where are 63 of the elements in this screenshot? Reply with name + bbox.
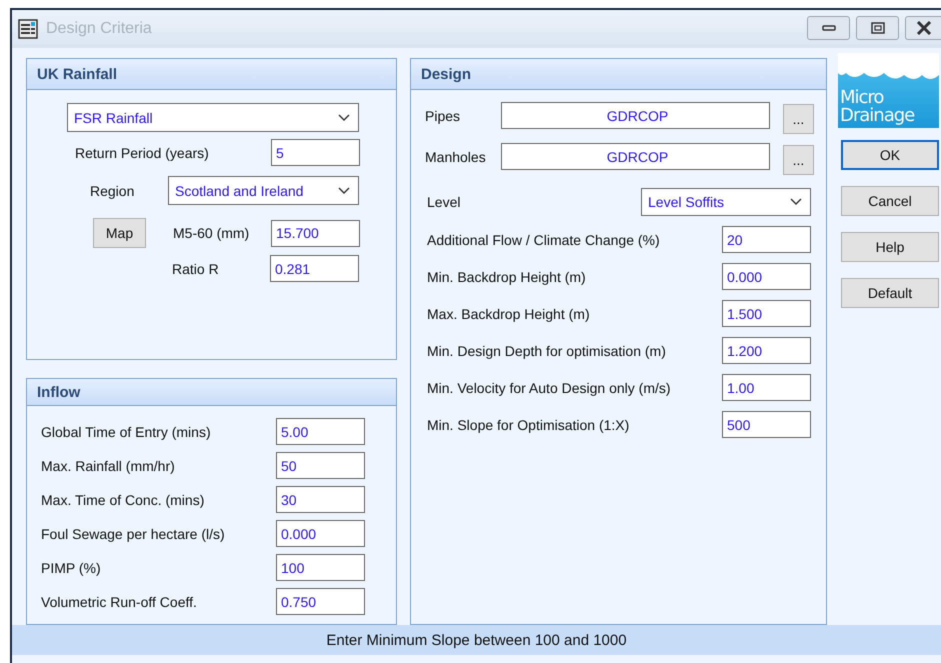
dialog-button[interactable]: OK	[841, 140, 939, 170]
field-label: Max. Backdrop Height (m)	[427, 306, 591, 322]
logo-text: Micro	[840, 89, 884, 107]
input-field[interactable]: 1.00	[722, 374, 811, 401]
input-field[interactable]: 100	[276, 554, 365, 581]
restore-button[interactable]	[856, 16, 899, 40]
input-field[interactable]: 30	[276, 486, 365, 513]
level-dropdown[interactable]: Level Soffits	[641, 188, 811, 216]
close-icon	[916, 21, 932, 35]
chevron-down-icon	[338, 114, 350, 122]
input-field[interactable]: GDRCOP	[501, 102, 770, 129]
restore-icon	[870, 22, 884, 34]
input-field[interactable]: 0.000	[722, 263, 811, 290]
panel-header: Inflow	[27, 379, 396, 406]
input-field[interactable]: 1.200	[722, 337, 811, 364]
field-label: Return Period (years)	[75, 144, 210, 160]
input-field[interactable]: 5	[271, 139, 360, 166]
dialog-button[interactable]: Default	[841, 278, 939, 308]
browse-button[interactable]: ...	[783, 145, 814, 175]
field-label: Foul Sewage per hectare (l/s)	[41, 526, 226, 542]
region-dropdown[interactable]: Scotland and Ireland	[168, 176, 359, 205]
input-field[interactable]: 0.281	[270, 255, 359, 282]
field-label: Max. Time of Conc. (mins)	[41, 492, 206, 508]
input-field[interactable]: 15.700	[271, 220, 360, 246]
dialog-button[interactable]: Help	[841, 232, 939, 262]
chevron-down-icon	[338, 186, 350, 194]
rainfall-dropdown[interactable]: FSR Rainfall	[67, 103, 359, 132]
browse-button[interactable]: ...	[783, 104, 814, 134]
close-button[interactable]	[905, 16, 941, 40]
input-field[interactable]: GDRCOP	[501, 143, 770, 170]
field-label: Level	[427, 194, 462, 210]
field-label: Region	[90, 182, 136, 198]
minimize-button[interactable]	[807, 16, 850, 40]
field-label: Ratio R	[172, 260, 220, 276]
field-label: Max. Rainfall (mm/hr)	[41, 458, 176, 474]
logo-text: Drainage	[840, 107, 914, 125]
map-button[interactable]: Map	[93, 218, 146, 248]
panel-header: Design	[411, 59, 826, 90]
field-label: Manholes	[425, 148, 487, 164]
field-label: Min. Velocity for Auto Design only (m/s)	[427, 380, 672, 396]
chevron-down-icon	[790, 198, 802, 206]
app-icon	[18, 19, 38, 39]
window-title: Design Criteria	[46, 20, 152, 38]
field-label: Min. Backdrop Height (m)	[427, 268, 587, 284]
field-label: Pipes	[425, 108, 462, 124]
input-field[interactable]: 0.750	[276, 588, 365, 615]
field-label: PIMP (%)	[41, 560, 102, 576]
field-label: Global Time of Entry (mins)	[41, 424, 212, 440]
dialog-button[interactable]: Cancel	[841, 186, 939, 216]
minimize-icon	[822, 24, 836, 32]
input-field[interactable]: 5.00	[276, 418, 365, 445]
input-field[interactable]: 20	[722, 226, 811, 253]
input-field[interactable]: 1.500	[722, 300, 811, 327]
input-field[interactable]: 0.000	[276, 520, 365, 547]
field-label: Additional Flow / Climate Change (%)	[427, 232, 661, 248]
field-label: Min. Design Depth for optimisation (m)	[427, 342, 667, 358]
status-text: Enter Minimum Slope between 100 and 1000	[326, 632, 627, 648]
input-field[interactable]: 50	[276, 452, 365, 479]
field-label: Volumetric Run-off Coeff.	[41, 594, 198, 610]
input-field[interactable]: 500	[722, 411, 811, 438]
field-label: M5-60 (mm)	[173, 225, 250, 241]
field-label: Min. Slope for Optimisation (1:X)	[427, 416, 630, 432]
panel-header: UK Rainfall	[27, 59, 396, 90]
